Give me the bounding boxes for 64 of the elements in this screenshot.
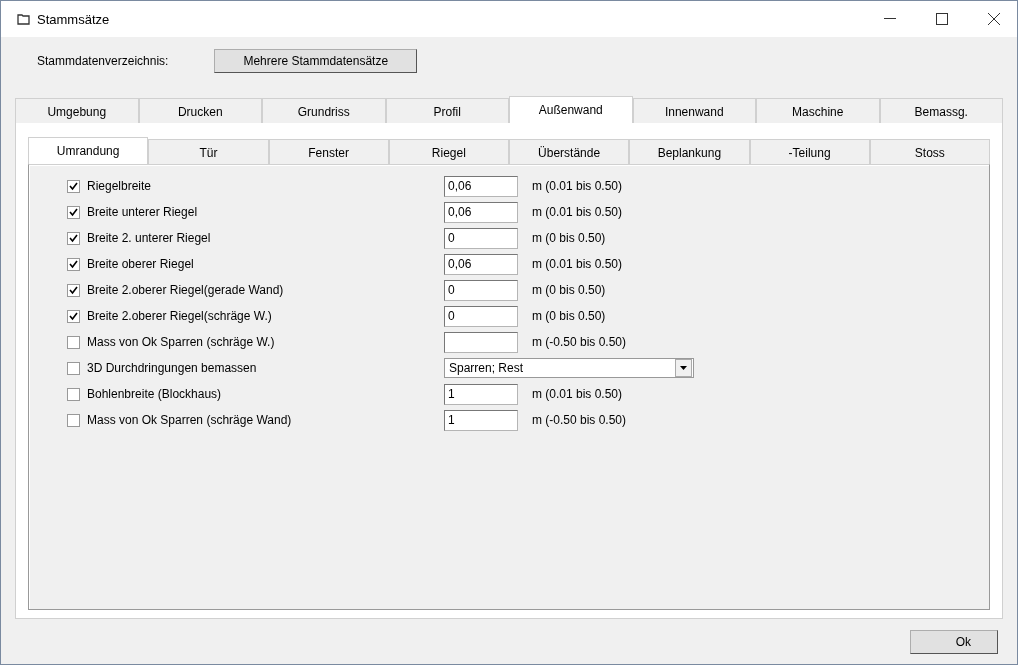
range-label: m (0 bis 0.50) <box>532 309 606 323</box>
tab[interactable]: Außenwand <box>509 96 633 123</box>
input-field[interactable]: 0,06 <box>444 201 518 223</box>
checkbox[interactable] <box>67 231 80 245</box>
setting-label: Breite 2.oberer Riegel(gerade Wand) <box>87 283 285 297</box>
minimize-icon <box>884 18 896 20</box>
checkbox[interactable] <box>67 309 80 323</box>
setting-label: Riegelbreite <box>87 179 153 193</box>
maximize-icon <box>936 13 948 25</box>
tab[interactable]: Profil <box>385 98 509 123</box>
setting-label: Bohlenbreite (Blockhaus) <box>87 387 223 401</box>
setting-label: Mass von Ok Sparren (schräge W.) <box>87 335 276 349</box>
checkbox[interactable] <box>67 205 80 219</box>
tab[interactable]: Stoss <box>869 139 990 164</box>
setting-label: Breite 2.oberer Riegel(schräge W.) <box>87 309 273 323</box>
setting-label: Breite oberer Riegel <box>87 257 195 271</box>
folder-icon <box>17 13 31 25</box>
tab[interactable]: Tür <box>148 139 269 164</box>
setting-label: 3D Durchdringungen bemassen <box>87 361 258 375</box>
input-field[interactable]: 0,06 <box>444 175 518 197</box>
dropdown[interactable]: Sparren; Rest <box>444 358 694 378</box>
directory-button[interactable]: Mehrere Stammdatensätze <box>214 49 418 73</box>
range-label: m (0 bis 0.50) <box>532 231 606 245</box>
checkbox[interactable] <box>67 335 80 349</box>
checkbox[interactable] <box>67 257 80 271</box>
setting-label: Breite 2. unterer Riegel <box>87 231 212 245</box>
close-icon <box>988 13 1000 25</box>
input-field[interactable]: 1 <box>444 409 518 431</box>
tab[interactable]: Riegel <box>388 139 509 164</box>
tab[interactable]: Bemassg. <box>879 98 1003 123</box>
checkbox[interactable] <box>67 387 80 401</box>
range-label: m (-0.50 bis 0.50) <box>532 335 627 349</box>
tab[interactable]: Maschine <box>756 98 880 123</box>
setting-label: Mass von Ok Sparren (schräge Wand) <box>87 413 293 427</box>
checkbox[interactable] <box>67 361 80 375</box>
tab[interactable]: Grundriss <box>262 98 386 123</box>
tab[interactable]: Umrandung <box>28 137 149 164</box>
input-field[interactable]: 0 <box>444 305 518 327</box>
range-label: m (0.01 bis 0.50) <box>532 257 623 271</box>
input-field[interactable]: 0 <box>444 227 518 249</box>
input-field[interactable]: 0,06 <box>444 253 518 275</box>
tab[interactable]: -Teilung <box>749 139 870 164</box>
directory-label: Stammdatenverzeichnis: <box>37 54 169 68</box>
checkbox[interactable] <box>67 413 80 427</box>
tab[interactable]: Beplankung <box>629 139 750 164</box>
input-field[interactable]: 1 <box>444 383 518 405</box>
tab[interactable]: Drucken <box>138 98 262 123</box>
range-label: m (0.01 bis 0.50) <box>532 387 623 401</box>
window-title: Stammsätze <box>37 11 111 27</box>
tab[interactable]: Umgebung <box>15 98 139 123</box>
range-label: m (0 bis 0.50) <box>532 283 606 297</box>
range-label: m (-0.50 bis 0.50) <box>532 413 627 427</box>
setting-label: Breite unterer Riegel <box>87 205 199 219</box>
ok-button[interactable]: Ok <box>910 630 998 654</box>
tab[interactable]: Innenwand <box>632 98 756 123</box>
range-label: m (0.01 bis 0.50) <box>532 179 623 193</box>
input-field[interactable]: 0 <box>444 279 518 301</box>
checkbox[interactable] <box>67 283 80 297</box>
checkbox[interactable] <box>67 179 80 193</box>
tab[interactable]: Fenster <box>268 139 389 164</box>
caret-icon <box>680 366 687 370</box>
tab[interactable]: Überstände <box>509 139 630 164</box>
range-label: m (0.01 bis 0.50) <box>532 205 623 219</box>
input-field[interactable] <box>444 331 518 353</box>
